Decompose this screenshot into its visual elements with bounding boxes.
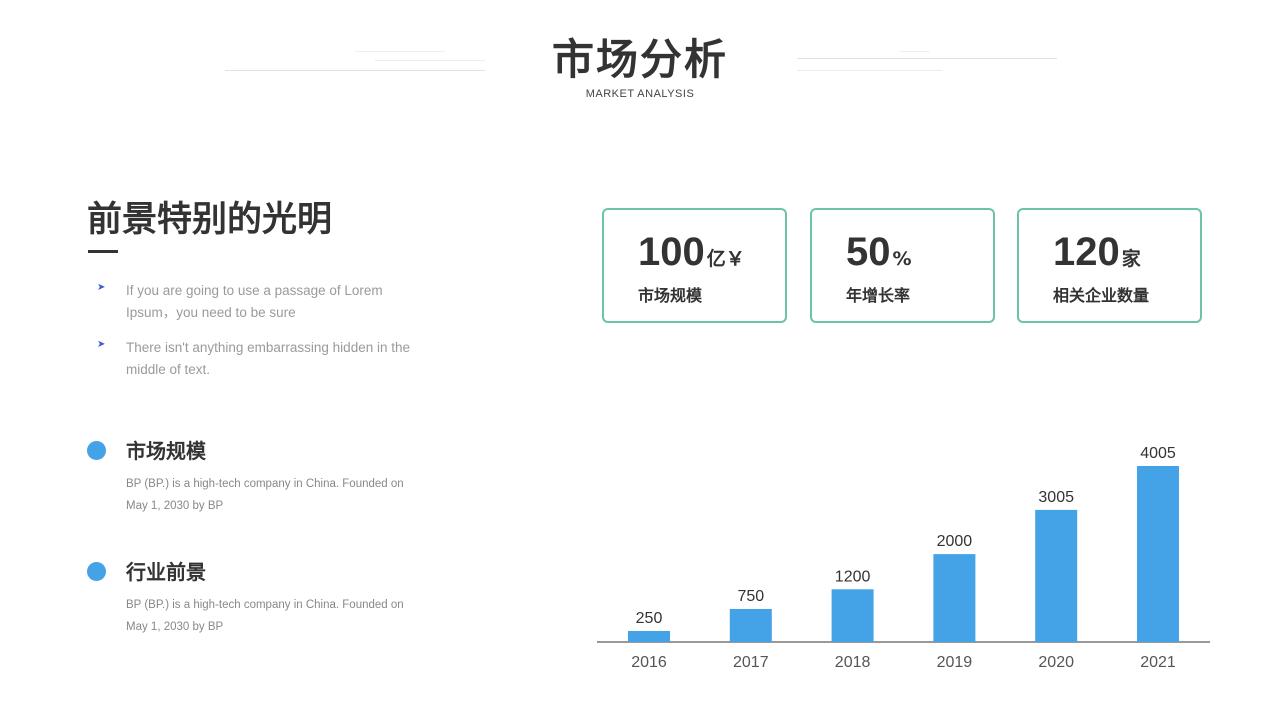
data-label-2016: 250 <box>636 610 663 627</box>
bar-2018 <box>831 589 874 642</box>
bar-2019 <box>933 554 976 642</box>
bar-chart: 250 2016 750 2017 1200 2018 2000 2019 3005 2020 40… <box>597 445 1210 671</box>
x-tick-label-2021: 2021 <box>1140 654 1176 671</box>
x-tick-label-2020: 2020 <box>1038 654 1074 671</box>
bar-2017 <box>729 609 772 642</box>
x-tick-label-2019: 2019 <box>937 654 973 671</box>
data-label-2019: 2000 <box>937 533 973 550</box>
data-label-2017: 750 <box>737 588 764 605</box>
x-tick-label-2016: 2016 <box>631 654 667 671</box>
x-tick-label-2018: 2018 <box>835 654 871 671</box>
x-tick-label-2017: 2017 <box>733 654 769 671</box>
bar-2016 <box>628 631 670 642</box>
data-label-2020: 3005 <box>1038 489 1074 506</box>
data-label-2021: 4005 <box>1140 445 1176 462</box>
bar-2021 <box>1137 466 1179 642</box>
bar-2020 <box>1035 509 1078 642</box>
slide: 市场分析 MARKET ANALYSIS 前景特别的光明 ➤ If you ar… <box>0 0 1280 720</box>
data-label-2018: 1200 <box>835 568 871 585</box>
